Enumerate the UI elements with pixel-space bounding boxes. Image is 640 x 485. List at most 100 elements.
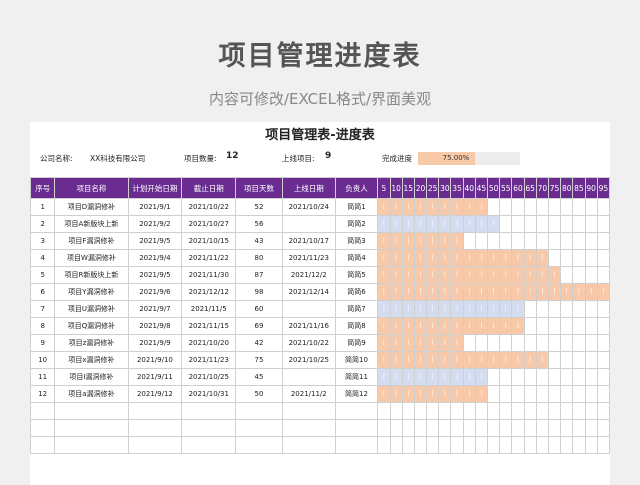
gantt-bar-cell[interactable]: | [389, 351, 403, 369]
cell-no[interactable]: 4 [30, 249, 56, 267]
gantt-empty-cell[interactable] [560, 215, 574, 233]
cell-days[interactable]: 98 [235, 283, 283, 301]
cell-start[interactable]: 2021/9/2 [127, 215, 183, 233]
cell-deadline[interactable]: 2021/11/30 [181, 266, 237, 284]
gantt-empty-cell[interactable] [487, 385, 501, 403]
empty-cell[interactable] [523, 419, 537, 437]
gantt-empty-cell[interactable] [535, 198, 549, 216]
gantt-bar-cell[interactable]: | [547, 283, 562, 301]
gantt-empty-cell[interactable] [560, 198, 574, 216]
gantt-bar-cell[interactable]: | [462, 385, 476, 403]
gantt-bar-cell[interactable]: | [413, 334, 428, 352]
cell-online[interactable]: 2021/10/17 [281, 232, 336, 250]
cell-owner[interactable]: 简简9 [334, 334, 379, 352]
gantt-empty-cell[interactable] [596, 215, 610, 233]
gantt-bar-cell[interactable]: | [462, 249, 476, 267]
empty-cell[interactable] [572, 419, 586, 437]
empty-cell[interactable] [389, 436, 403, 454]
gantt-bar-cell[interactable]: | [438, 198, 452, 216]
gantt-bar-cell[interactable]: | [487, 283, 501, 301]
cell-name[interactable]: 项目U漏洞修补 [54, 300, 129, 318]
empty-cell[interactable] [426, 402, 440, 420]
cell-no[interactable]: 3 [30, 232, 56, 250]
empty-cell[interactable] [54, 419, 129, 437]
empty-cell[interactable] [499, 436, 513, 454]
gantt-bar-cell[interactable]: | [426, 300, 440, 318]
gantt-bar-cell[interactable]: | [413, 300, 428, 318]
gantt-bar-cell[interactable]: | [523, 266, 537, 284]
cell-name[interactable]: 项目z漏洞修补 [54, 334, 129, 352]
empty-cell[interactable] [462, 436, 476, 454]
gantt-empty-cell[interactable] [572, 249, 586, 267]
gantt-empty-cell[interactable] [596, 300, 610, 318]
gantt-bar-cell[interactable]: | [450, 368, 464, 386]
cell-name[interactable]: 项目x漏洞修补 [54, 351, 129, 369]
gantt-empty-cell[interactable] [560, 249, 574, 267]
gantt-empty-cell[interactable] [584, 249, 598, 267]
gantt-bar-cell[interactable]: | [389, 266, 403, 284]
gantt-empty-cell[interactable] [511, 368, 525, 386]
gantt-empty-cell[interactable] [560, 334, 574, 352]
gantt-bar-cell[interactable]: | [426, 283, 440, 301]
gantt-empty-cell[interactable] [547, 368, 562, 386]
gantt-bar-cell[interactable]: | [487, 249, 501, 267]
empty-cell[interactable] [413, 419, 428, 437]
empty-cell[interactable] [560, 419, 574, 437]
gantt-bar-cell[interactable]: | [426, 317, 440, 335]
cell-online[interactable]: 2021/10/22 [281, 334, 336, 352]
gantt-bar-cell[interactable]: | [377, 249, 391, 267]
gantt-bar-cell[interactable]: | [389, 300, 403, 318]
cell-online[interactable]: 2021/10/25 [281, 351, 336, 369]
gantt-bar-cell[interactable]: | [462, 198, 476, 216]
gantt-bar-cell[interactable]: | [389, 215, 403, 233]
gantt-empty-cell[interactable] [596, 249, 610, 267]
gantt-bar-cell[interactable]: | [450, 215, 464, 233]
cell-days[interactable]: 42 [235, 334, 283, 352]
gantt-empty-cell[interactable] [560, 351, 574, 369]
empty-cell[interactable] [535, 419, 549, 437]
gantt-bar-cell[interactable]: | [596, 283, 610, 301]
gantt-empty-cell[interactable] [547, 232, 562, 250]
gantt-bar-cell[interactable]: | [450, 232, 464, 250]
empty-cell[interactable] [523, 436, 537, 454]
gantt-empty-cell[interactable] [523, 317, 537, 335]
gantt-empty-cell[interactable] [535, 215, 549, 233]
gantt-empty-cell[interactable] [487, 232, 501, 250]
cell-no[interactable]: 5 [30, 266, 56, 284]
cell-no[interactable]: 10 [30, 351, 56, 369]
gantt-bar-cell[interactable]: | [450, 249, 464, 267]
empty-cell[interactable] [54, 436, 129, 454]
cell-deadline[interactable]: 2021/10/22 [181, 198, 237, 216]
gantt-bar-cell[interactable]: | [450, 198, 464, 216]
gantt-bar-cell[interactable]: | [389, 249, 403, 267]
gantt-empty-cell[interactable] [511, 215, 525, 233]
cell-start[interactable]: 2021/9/5 [127, 266, 183, 284]
cell-online[interactable] [281, 215, 336, 233]
cell-days[interactable]: 45 [235, 368, 283, 386]
gantt-bar-cell[interactable]: | [474, 215, 489, 233]
gantt-bar-cell[interactable]: | [499, 266, 513, 284]
gantt-bar-cell[interactable]: | [401, 215, 415, 233]
empty-cell[interactable] [511, 402, 525, 420]
gantt-bar-cell[interactable]: | [377, 334, 391, 352]
gantt-empty-cell[interactable] [596, 232, 610, 250]
gantt-bar-cell[interactable]: | [426, 334, 440, 352]
gantt-bar-cell[interactable]: | [389, 232, 403, 250]
gantt-empty-cell[interactable] [523, 368, 537, 386]
gantt-empty-cell[interactable] [523, 334, 537, 352]
gantt-empty-cell[interactable] [572, 317, 586, 335]
gantt-empty-cell[interactable] [547, 334, 562, 352]
empty-cell[interactable] [438, 402, 452, 420]
cell-start[interactable]: 2021/9/11 [127, 368, 183, 386]
empty-cell[interactable] [181, 402, 237, 420]
empty-cell[interactable] [377, 419, 391, 437]
cell-online[interactable] [281, 300, 336, 318]
gantt-empty-cell[interactable] [584, 317, 598, 335]
gantt-empty-cell[interactable] [535, 368, 549, 386]
empty-cell[interactable] [462, 402, 476, 420]
cell-deadline[interactable]: 2021/11/22 [181, 249, 237, 267]
gantt-empty-cell[interactable] [535, 385, 549, 403]
gantt-bar-cell[interactable]: | [438, 232, 452, 250]
gantt-empty-cell[interactable] [511, 198, 525, 216]
cell-owner[interactable]: 简简11 [334, 368, 379, 386]
